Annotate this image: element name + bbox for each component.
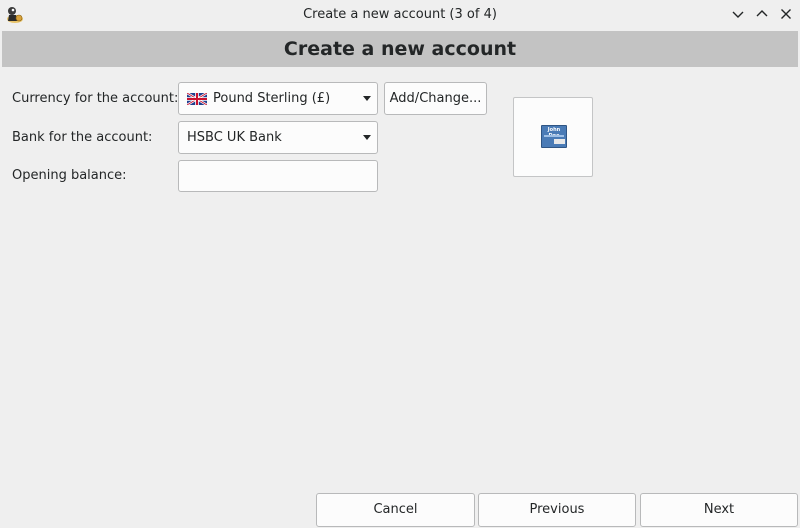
add-change-currency-button[interactable]: Add/Change... <box>384 82 487 115</box>
bank-value: HSBC UK Bank <box>187 130 282 145</box>
currency-label: Currency for the account: <box>12 91 179 106</box>
opening-balance-input[interactable] <box>178 160 378 192</box>
page-banner: Create a new account <box>2 31 798 67</box>
previous-button[interactable]: Previous <box>478 493 636 527</box>
title-bar: Create a new account (3 of 4) <box>0 0 800 30</box>
account-icon-button[interactable]: John Doe <box>513 97 593 177</box>
window-title: Create a new account (3 of 4) <box>303 7 497 22</box>
cancel-button[interactable]: Cancel <box>316 493 475 527</box>
currency-value: Pound Sterling (£) <box>213 91 331 106</box>
opening-balance-label: Opening balance: <box>12 168 127 183</box>
close-icon <box>781 9 791 19</box>
card-name-text: John Doe <box>547 127 561 139</box>
chevron-down-icon <box>732 11 744 18</box>
close-button[interactable] <box>777 5 795 23</box>
minimize-button[interactable] <box>729 5 747 23</box>
bank-select[interactable]: HSBC UK Bank <box>178 121 378 154</box>
bank-label: Bank for the account: <box>12 130 153 145</box>
bank-card-icon: John Doe <box>541 125 567 148</box>
uk-flag-icon <box>187 92 207 105</box>
next-button[interactable]: Next <box>640 493 798 527</box>
currency-select[interactable]: Pound Sterling (£) <box>178 82 378 115</box>
chevron-up-icon <box>756 10 768 17</box>
maximize-button[interactable] <box>753 5 771 23</box>
dropdown-arrow-icon <box>363 95 371 101</box>
dropdown-arrow-icon <box>363 134 371 140</box>
